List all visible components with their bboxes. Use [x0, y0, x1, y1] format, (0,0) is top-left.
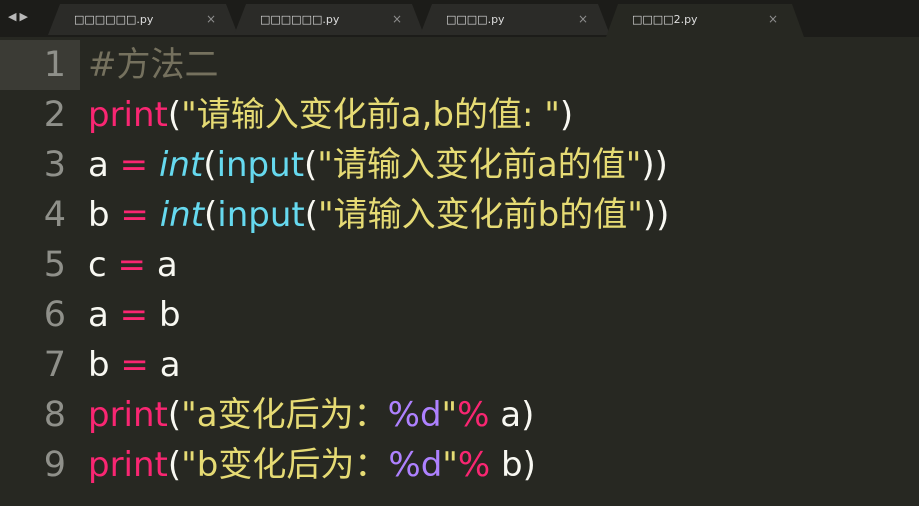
- code-token: (: [203, 145, 217, 185]
- code-token: =: [119, 145, 149, 185]
- tab-file-4-active[interactable]: □□□□2.py ×: [606, 4, 804, 37]
- code-token: ": [442, 445, 458, 485]
- code-token: )): [641, 145, 668, 185]
- code-token: ): [559, 95, 574, 135]
- tab-nav-arrows[interactable]: ◀▶: [8, 10, 31, 23]
- code-line[interactable]: 4b = int(input("请输入变化前b的值")): [0, 190, 919, 240]
- code-token: "a变化后为：: [181, 395, 388, 435]
- code-token: "请输入变化前a,b的值: ": [181, 95, 560, 135]
- code-token: "请输入变化前a的值": [317, 145, 642, 185]
- code-editor[interactable]: 1 #方法二 2 print("请输入变化前a,b的值: ") 3 a = int(inp…: [0, 40, 919, 506]
- code-line[interactable]: 6a = b: [0, 290, 919, 340]
- code-line[interactable]: 5c = a: [0, 240, 919, 290]
- code-token: =: [120, 195, 149, 235]
- close-icon[interactable]: ×: [206, 12, 216, 26]
- tab-bar: ◀▶ □□□□□□.py × □□□□□□.py × □□□□.py × □□□…: [0, 0, 919, 37]
- chevron-right-icon[interactable]: ▶: [19, 10, 30, 23]
- code-line[interactable]: 1 #方法二: [0, 40, 919, 90]
- code-token: a): [489, 395, 535, 435]
- code-token: )): [642, 195, 670, 235]
- code-token: "b变化后为：: [181, 445, 389, 485]
- tab-file-3[interactable]: □□□□.py ×: [420, 4, 610, 35]
- code-token: c: [88, 245, 118, 285]
- line-number: 2: [43, 95, 66, 135]
- code-token: int: [159, 195, 205, 235]
- tab-file-1[interactable]: □□□□□□.py ×: [48, 4, 238, 35]
- code-token: #方法二: [88, 45, 219, 85]
- code-token: b: [88, 195, 121, 235]
- code-token: ": [441, 395, 458, 435]
- chevron-left-icon[interactable]: ◀: [8, 10, 19, 23]
- code-token: %: [457, 395, 490, 435]
- code-token: a: [88, 295, 120, 335]
- line-number: 9: [43, 445, 66, 485]
- code-token: (: [204, 195, 218, 235]
- tab-label: □□□□□□.py: [74, 13, 154, 26]
- code-text: a = int(input("请输入变化前a的值")): [88, 140, 668, 190]
- code-text: print("请输入变化前a,b的值: "): [88, 90, 573, 140]
- code-line[interactable]: 7b = a: [0, 340, 919, 390]
- code-token: b: [148, 295, 181, 335]
- line-number: 6: [43, 295, 66, 335]
- code-line[interactable]: 9 print("b变化后为：%d"% b): [0, 440, 919, 490]
- code-token: a: [148, 345, 181, 385]
- close-icon[interactable]: ×: [768, 12, 778, 26]
- code-token: input: [216, 145, 305, 185]
- code-token: =: [119, 295, 149, 335]
- code-token: print: [88, 395, 168, 435]
- code-token: %d: [387, 395, 442, 435]
- tab-label: □□□□2.py: [632, 13, 698, 26]
- line-number: 5: [43, 245, 66, 285]
- code-text: b = a: [88, 340, 181, 390]
- tab-label: □□□□.py: [446, 13, 505, 26]
- line-number: 3: [43, 145, 66, 185]
- code-text: c = a: [88, 240, 178, 290]
- code-token: %: [457, 445, 491, 485]
- code-token: (: [167, 95, 182, 135]
- tab-label: □□□□□□.py: [260, 13, 340, 26]
- close-icon[interactable]: ×: [578, 12, 588, 26]
- code-token: (: [167, 445, 182, 485]
- code-text: print("b变化后为：%d"% b): [88, 440, 536, 490]
- code-token: a: [146, 245, 178, 285]
- code-token: b): [490, 445, 536, 485]
- code-token: (: [167, 395, 182, 435]
- code-text: b = int(input("请输入变化前b的值")): [88, 190, 669, 240]
- code-text: #方法二: [88, 40, 219, 90]
- code-line[interactable]: 3a = int(input("请输入变化前a的值")): [0, 140, 919, 190]
- code-token: %d: [388, 445, 443, 485]
- code-token: int: [158, 145, 204, 185]
- code-token: b: [88, 345, 121, 385]
- code-token: (: [304, 145, 318, 185]
- code-token: input: [217, 195, 305, 235]
- code-token: =: [120, 345, 149, 385]
- line-number: 4: [43, 195, 66, 235]
- code-token: print: [88, 445, 168, 485]
- code-line[interactable]: 8 print("a变化后为：%d"% a): [0, 390, 919, 440]
- code-text: a = b: [88, 290, 181, 340]
- code-line[interactable]: 2 print("请输入变化前a,b的值: "): [0, 90, 919, 140]
- tab-file-2[interactable]: □□□□□□.py ×: [234, 4, 424, 35]
- code-text: print("a变化后为：%d"% a): [88, 390, 534, 440]
- close-icon[interactable]: ×: [392, 12, 402, 26]
- code-token: a: [88, 145, 120, 185]
- code-token: =: [117, 245, 147, 285]
- code-token: (: [304, 195, 319, 235]
- code-token: print: [88, 95, 168, 135]
- line-number: 8: [43, 395, 66, 435]
- code-token: "请输入变化前b的值": [318, 195, 643, 235]
- line-number: 7: [43, 345, 66, 385]
- line-number: 1: [43, 45, 66, 85]
